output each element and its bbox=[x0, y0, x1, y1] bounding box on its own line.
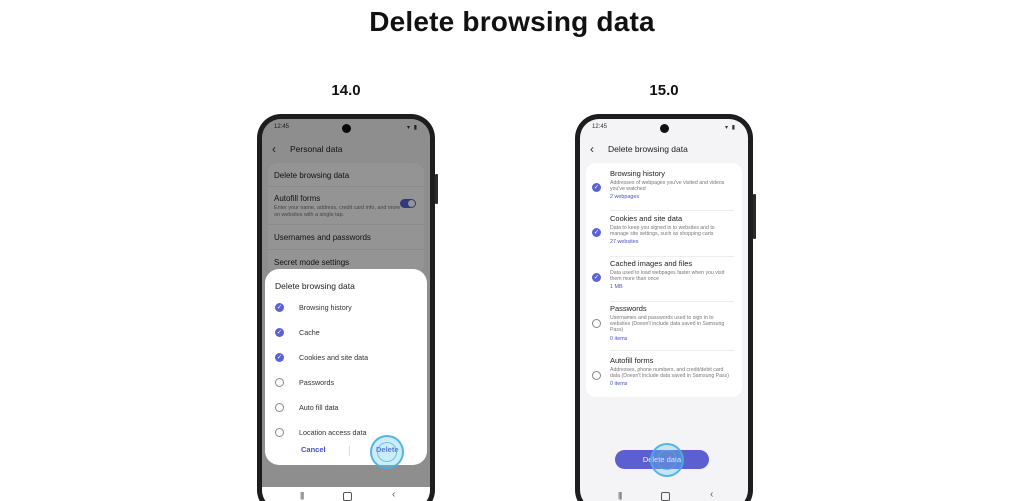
option-label: Browsing history bbox=[299, 303, 352, 312]
version-label-14: 14.0 bbox=[331, 82, 361, 99]
option-label: Cache bbox=[299, 328, 320, 337]
option-label: Passwords bbox=[299, 378, 335, 387]
divider bbox=[610, 301, 734, 302]
checkbox-checked-icon[interactable]: ✓ bbox=[275, 303, 284, 312]
delete-browsing-data-dialog: Delete browsing data ✓ Browsing history … bbox=[265, 269, 427, 469]
back-nav-icon[interactable]: ‹ bbox=[710, 489, 713, 500]
phone-v15: 12:45 ▾ ▮ ‹ Delete browsing data ✓ Brows… bbox=[575, 114, 756, 501]
data-item-cached-images[interactable]: ✓ Cached images and files Data used to l… bbox=[586, 259, 742, 290]
tap-indicator bbox=[650, 443, 684, 477]
navigation-bar: ||| ‹ bbox=[262, 487, 430, 501]
status-time: 12:45 bbox=[592, 124, 608, 130]
data-item-desc: Data to keep you signed in to websites a… bbox=[610, 225, 715, 238]
data-item-browsing-history[interactable]: ✓ Browsing history Addresses of webpages… bbox=[586, 169, 742, 200]
data-item-count: 1 MB bbox=[610, 284, 623, 291]
phone-screen: 12:45 ▾ ▮ ‹ Personal data Delete browsin… bbox=[262, 119, 430, 501]
page-title: Delete browsing data bbox=[369, 6, 655, 37]
cancel-button[interactable]: Cancel bbox=[301, 445, 326, 454]
divider bbox=[610, 256, 734, 257]
data-item-desc: Addresses, phone numbers, and credit/deb… bbox=[610, 367, 729, 380]
phone-v14: 12:45 ▾ ▮ ‹ Personal data Delete browsin… bbox=[257, 114, 438, 501]
navigation-bar: ||| ‹ bbox=[580, 487, 748, 501]
back-nav-icon[interactable]: ‹ bbox=[392, 489, 395, 500]
data-item-title: Passwords bbox=[610, 304, 647, 313]
checkbox-checked-icon[interactable]: ✓ bbox=[592, 273, 601, 282]
option-label: Auto fill data bbox=[299, 403, 339, 412]
data-item-count: 27 websites bbox=[610, 239, 639, 246]
version-label-15: 15.0 bbox=[649, 82, 679, 99]
divider bbox=[610, 210, 734, 211]
signal-wifi-battery-icon: ▾ ▮ bbox=[725, 125, 736, 131]
data-item-cookies[interactable]: ✓ Cookies and site data Data to keep you… bbox=[586, 214, 742, 245]
checkbox-unchecked-icon[interactable] bbox=[275, 378, 284, 387]
checkbox-unchecked-icon[interactable] bbox=[592, 371, 601, 380]
phone-screen: 12:45 ▾ ▮ ‹ Delete browsing data ✓ Brows… bbox=[580, 119, 748, 501]
data-item-count: 2 webpages bbox=[610, 194, 640, 201]
checkbox-unchecked-icon[interactable] bbox=[275, 403, 284, 412]
option-label: Location access data bbox=[299, 428, 367, 437]
divider bbox=[610, 350, 734, 351]
status-bar: 12:45 ▾ ▮ bbox=[592, 124, 736, 134]
home-icon[interactable] bbox=[661, 492, 670, 501]
checkbox-checked-icon[interactable]: ✓ bbox=[275, 328, 284, 337]
recent-apps-icon[interactable]: ||| bbox=[300, 491, 304, 500]
checkbox-checked-icon[interactable]: ✓ bbox=[275, 353, 284, 362]
data-item-desc: Data used to load webpages faster when y… bbox=[610, 270, 725, 283]
phone-side-button bbox=[753, 194, 756, 239]
checkbox-checked-icon[interactable]: ✓ bbox=[592, 228, 601, 237]
data-item-title: Cookies and site data bbox=[610, 214, 683, 223]
button-divider bbox=[349, 446, 350, 456]
data-item-title: Cached images and files bbox=[610, 259, 693, 268]
back-arrow-icon[interactable]: ‹ bbox=[590, 143, 594, 155]
data-item-title: Autofill forms bbox=[610, 356, 654, 365]
data-item-autofill-forms[interactable]: Autofill forms Addresses, phone numbers,… bbox=[586, 356, 742, 387]
app-bar-title: Delete browsing data bbox=[608, 144, 688, 154]
home-icon[interactable] bbox=[343, 492, 352, 501]
delete-data-options-card: ✓ Browsing history Addresses of webpages… bbox=[586, 163, 742, 397]
checkbox-unchecked-icon[interactable] bbox=[592, 319, 601, 328]
checkbox-unchecked-icon[interactable] bbox=[275, 428, 284, 437]
data-item-count: 0 items bbox=[610, 335, 628, 342]
phone-side-button bbox=[435, 174, 438, 204]
recent-apps-icon[interactable]: ||| bbox=[618, 491, 622, 500]
app-bar: ‹ Delete browsing data bbox=[580, 139, 748, 161]
dialog-title: Delete browsing data bbox=[275, 281, 355, 291]
data-item-desc: Addresses of webpages you've visited and… bbox=[610, 180, 725, 193]
data-item-title: Browsing history bbox=[610, 169, 666, 178]
tap-indicator bbox=[370, 435, 404, 469]
data-item-count: 0 items bbox=[610, 381, 628, 388]
data-item-passwords[interactable]: Passwords Usernames and passwords used t… bbox=[586, 304, 742, 342]
data-item-desc: Usernames and passwords used to sign in … bbox=[610, 315, 725, 334]
option-label: Cookies and site data bbox=[299, 353, 369, 362]
checkbox-checked-icon[interactable]: ✓ bbox=[592, 183, 601, 192]
